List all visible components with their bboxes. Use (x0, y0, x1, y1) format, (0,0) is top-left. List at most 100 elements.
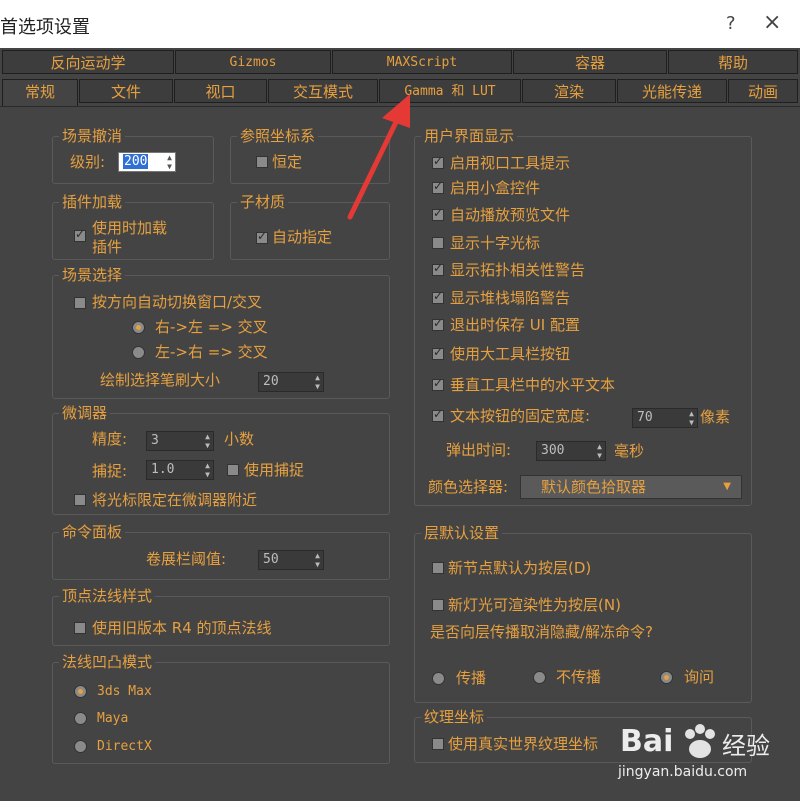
save-ui-config-checkbox[interactable] (432, 316, 444, 331)
autoplay-preview-label: 自动播放预览文件 (450, 206, 571, 224)
rollout-threshold-spinner[interactable]: 50 ▲ ▼ (258, 550, 324, 570)
legacy-r4-label: 使用旧版本 R4 的顶点法线 (92, 619, 272, 637)
limit-cursor-checkbox[interactable] (74, 494, 86, 506)
real-world-coords-checkbox[interactable] (432, 738, 444, 750)
use-snap-label: 使用捕捉 (244, 461, 305, 479)
tab-radiosity[interactable]: 光能传递 (617, 79, 727, 103)
constant-label: 恒定 (272, 153, 303, 171)
tab-containers[interactable]: 容器 (513, 50, 667, 74)
new-lights-bylayer-label: 新灯光可渲染性为按层(N) (448, 596, 621, 614)
precision-value: 3 (151, 433, 159, 448)
spinner-arrows-icon[interactable]: ▲ ▼ (597, 442, 602, 460)
undo-level-label: 级别: (70, 153, 106, 171)
ui-display-title: 用户界面显示 (421, 126, 518, 146)
color-picker-value: 默认颜色拾取器 (541, 478, 647, 496)
fixed-width-spinner[interactable]: 70 ▲ ▼ (632, 408, 698, 428)
mini-box-checkbox[interactable] (432, 179, 444, 194)
spinner-arrows-icon[interactable]: ▲ ▼ (205, 432, 210, 450)
stack-collapse-warning-checkbox[interactable] (432, 289, 444, 304)
new-nodes-bylayer-checkbox[interactable] (432, 562, 444, 574)
new-nodes-bylayer-label: 新节点默认为按层(D) (448, 559, 592, 577)
plugin-loading-title: 插件加载 (59, 192, 126, 212)
brush-size-value: 20 (263, 374, 279, 389)
auto-switch-checkbox[interactable] (74, 297, 86, 309)
horizontal-text-checkbox[interactable] (432, 376, 444, 391)
bump-directx-label: DirectX (97, 739, 152, 754)
command-panel-title: 命令面板 (59, 522, 126, 542)
use-snap-checkbox[interactable] (227, 464, 239, 476)
legacy-r4-checkbox[interactable] (74, 622, 86, 634)
watermark-brand-cn: 经验 (722, 732, 770, 760)
horizontal-text-label: 垂直工具栏中的水平文本 (450, 376, 616, 394)
real-world-coords-label: 使用真实世界纹理坐标 (448, 735, 599, 753)
undo-level-spinner[interactable]: 200 ▲ ▼ (118, 152, 176, 172)
no-propagate-radio[interactable] (533, 671, 546, 684)
crosshair-cursor-checkbox[interactable] (432, 237, 444, 249)
large-toolbar-buttons-checkbox[interactable] (432, 345, 444, 360)
tab-files[interactable]: 文件 (79, 79, 173, 103)
fixed-width-checkbox[interactable] (432, 407, 444, 422)
tab-ik[interactable]: 反向运动学 (2, 50, 174, 74)
baidu-jingyan-watermark: Bai 经验 jingyan.baidu.com (612, 712, 800, 800)
propagate-radio[interactable] (432, 672, 445, 685)
new-lights-bylayer-checkbox[interactable] (432, 599, 444, 611)
viewport-tooltips-checkbox[interactable] (432, 154, 444, 169)
limit-cursor-label: 将光标限定在微调器附近 (92, 491, 258, 509)
layer-defaults-title: 层默认设置 (421, 523, 503, 543)
left-right-radio[interactable] (132, 346, 145, 359)
spinner-arrows-icon[interactable]: ▲ ▼ (205, 461, 210, 479)
ask-radio[interactable] (660, 671, 673, 684)
right-left-radio[interactable] (132, 321, 145, 334)
tab-general[interactable]: 常规 (2, 79, 78, 107)
tab-rendering[interactable]: 渲染 (522, 79, 616, 103)
window-title: 首选项设置 (0, 17, 90, 38)
scene-selection-title: 场景选择 (59, 265, 126, 285)
stack-collapse-warning-label: 显示堆栈塌陷警告 (450, 289, 571, 307)
topology-warning-checkbox[interactable] (432, 261, 444, 276)
paw-icon (685, 724, 715, 758)
mini-box-label: 启用小盒控件 (450, 179, 541, 197)
spinner-arrows-icon[interactable]: ▲ ▼ (315, 551, 320, 569)
flyout-time-label: 弹出时间: (446, 441, 512, 459)
bump-directx-radio[interactable] (74, 740, 87, 753)
snap-value: 1.0 (151, 462, 175, 477)
auto-assign-checkbox[interactable] (256, 229, 268, 244)
watermark-brand: Bai (620, 724, 674, 759)
load-on-demand-label-1: 使用时加载 (92, 219, 168, 237)
color-picker-label: 颜色选择器: (428, 478, 509, 496)
flyout-time-spinner[interactable]: 300 ▲ ▼ (536, 441, 606, 461)
texture-coords-title: 纹理坐标 (421, 707, 488, 727)
spinner-arrows-icon[interactable]: ▲ ▼ (315, 373, 320, 391)
snap-spinner[interactable]: 1.0 ▲ ▼ (146, 460, 214, 480)
fixed-width-label: 文本按钮的固定宽度: (450, 407, 591, 425)
ms-unit-label: 毫秒 (614, 442, 645, 460)
brush-size-spinner[interactable]: 20 ▲ ▼ (258, 372, 324, 392)
tab-maxscript[interactable]: MAXScript (332, 50, 512, 74)
spinner-arrows-icon[interactable]: ▲ ▼ (167, 153, 172, 171)
tab-viewports[interactable]: 视口 (174, 79, 267, 103)
propagate-question-label: 是否向层传播取消隐藏/解冻命令? (430, 623, 654, 641)
precision-spinner[interactable]: 3 ▲ ▼ (146, 431, 214, 451)
color-picker-dropdown[interactable]: 默认颜色拾取器 ▼ (520, 475, 742, 499)
load-on-demand-checkbox[interactable] (74, 227, 86, 242)
spinner-arrows-icon[interactable]: ▲ ▼ (689, 409, 694, 427)
ref-coord-title: 参照坐标系 (237, 126, 319, 146)
bump-maya-radio[interactable] (74, 712, 87, 725)
help-icon[interactable]: ? (726, 13, 736, 34)
tab-help[interactable]: 帮助 (668, 50, 798, 74)
autoplay-preview-checkbox[interactable] (432, 206, 444, 221)
rollout-threshold-value: 50 (263, 552, 279, 567)
bump-3dsmax-radio[interactable] (74, 685, 87, 698)
undo-level-value: 200 (123, 154, 149, 169)
topology-warning-label: 显示拓扑相关性警告 (450, 261, 586, 279)
large-toolbar-buttons-label: 使用大工具栏按钮 (450, 345, 571, 363)
left-right-label: 左->右 => 交叉 (155, 343, 268, 361)
rollout-threshold-label: 卷展栏阈值: (146, 550, 227, 568)
tab-animation[interactable]: 动画 (728, 79, 798, 103)
tab-gizmos[interactable]: Gizmos (175, 50, 331, 74)
constant-checkbox[interactable] (256, 156, 268, 168)
spinners-title: 微调器 (59, 403, 111, 423)
watermark-url: jingyan.baidu.com (618, 764, 748, 780)
snap-label: 捕捉: (92, 462, 128, 480)
close-icon[interactable]: × (763, 10, 781, 35)
